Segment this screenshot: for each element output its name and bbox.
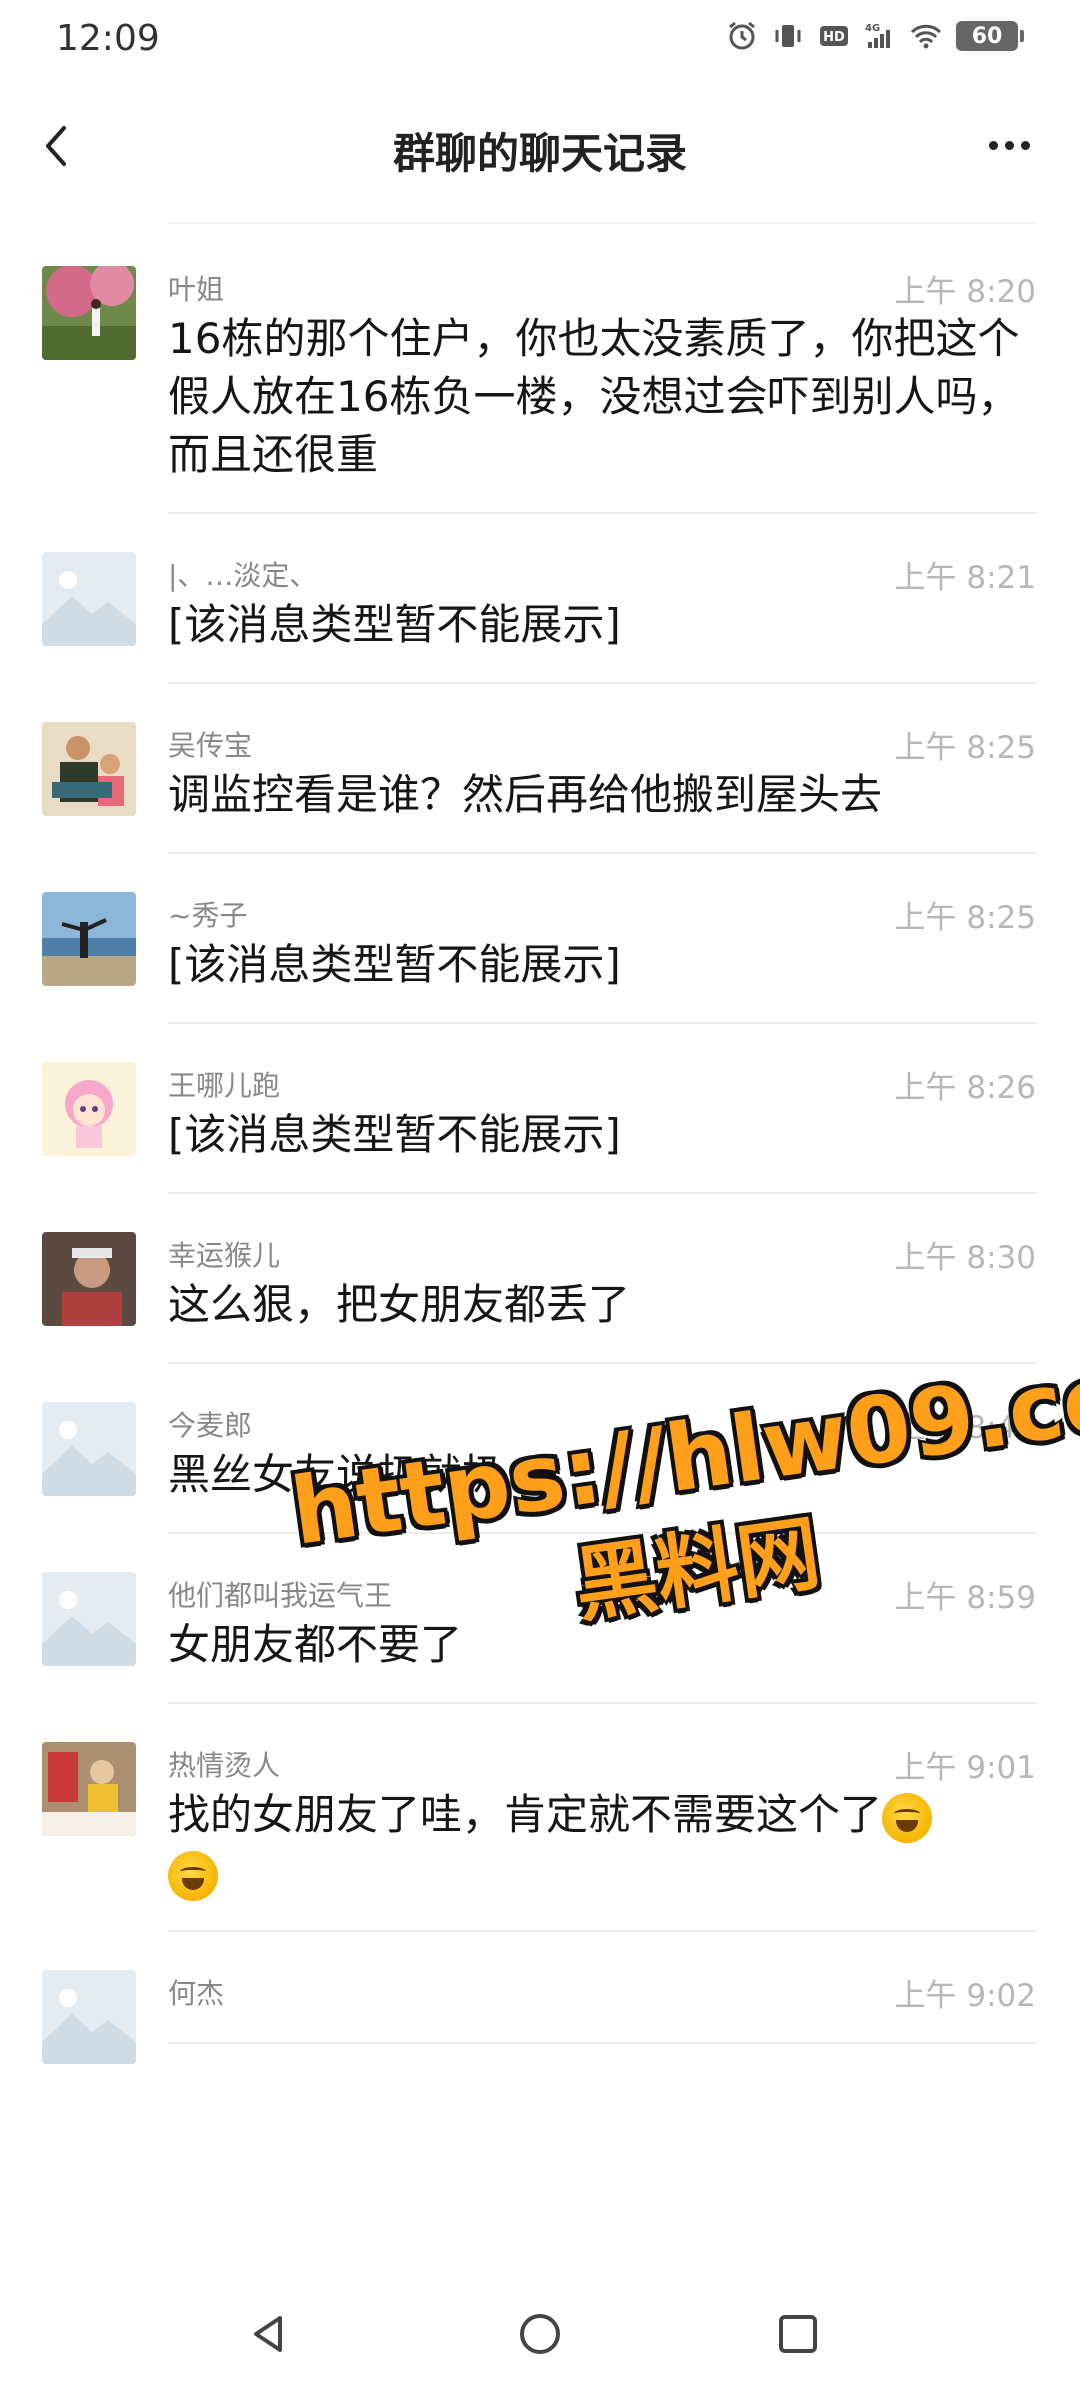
nav-home-button[interactable] xyxy=(510,2304,570,2364)
list-item[interactable]: 何杰 上午 9:02 xyxy=(42,1932,1036,2064)
image-placeholder-icon xyxy=(42,1402,136,1496)
sender-name: 叶姐 xyxy=(168,273,225,306)
sender-name: ~秀子 xyxy=(168,899,248,932)
message-text: 找的女朋友了哇，肯定就不需要这个了 xyxy=(168,1764,1036,1930)
circle-home-icon xyxy=(520,2314,560,2354)
list-item[interactable]: 今麦郎 上午 8:47 黑丝女友说扔就扔 xyxy=(42,1364,1036,1534)
avatar[interactable] xyxy=(42,1742,136,1836)
divider xyxy=(168,222,1036,224)
list-item[interactable]: 吴传宝 上午 8:25 调监控看是谁？然后再给他搬到屋头去 xyxy=(42,684,1036,854)
list-item[interactable]: 热情烫人 上午 9:01 找的女朋友了哇，肯定就不需要这个了 xyxy=(42,1704,1036,1932)
nav-back-button[interactable] xyxy=(240,2304,300,2364)
sender-name: 热情烫人 xyxy=(168,1749,281,1782)
message-text-content: 找的女朋友了哇，肯定就不需要这个了 xyxy=(168,1790,883,1839)
dot-icon xyxy=(1020,140,1030,150)
hd-icon: HD xyxy=(818,20,850,52)
avatar[interactable] xyxy=(42,1062,136,1156)
more-options-button[interactable] xyxy=(974,120,1044,170)
message-time: 上午 8:47 xyxy=(894,1410,1036,1446)
avatar[interactable] xyxy=(42,1970,136,2064)
alarm-icon xyxy=(726,20,758,52)
image-placeholder-icon xyxy=(42,1572,136,1666)
avatar[interactable] xyxy=(42,552,136,646)
sender-name: 幸运猴儿 xyxy=(168,1239,281,1272)
square-recents-icon xyxy=(779,2315,817,2353)
list-item[interactable]: ~秀子 上午 8:25 [该消息类型暂不能展示] xyxy=(42,854,1036,1024)
message-time: 上午 8:30 xyxy=(894,1240,1036,1276)
list-item[interactable]: 他们都叫我运气王 上午 8:59 女朋友都不要了 xyxy=(42,1534,1036,1704)
message-time: 上午 8:25 xyxy=(894,730,1036,766)
avatar[interactable] xyxy=(42,722,136,816)
chat-record-list[interactable]: 叶姐 上午 8:20 16栋的那个住户，你也太没素质了，你把这个假人放在16栋负… xyxy=(0,228,1080,2260)
message-time: 上午 8:25 xyxy=(894,900,1036,936)
list-item[interactable]: 叶姐 上午 8:20 16栋的那个住户，你也太没素质了，你把这个假人放在16栋负… xyxy=(42,228,1036,514)
sender-name: 吴传宝 xyxy=(168,729,253,762)
vibrate-icon xyxy=(772,20,804,52)
list-item[interactable]: 王哪儿跑 上午 8:26 [该消息类型暂不能展示] xyxy=(42,1024,1036,1194)
sender-name: 今麦郎 xyxy=(168,1409,253,1442)
nav-recents-button[interactable] xyxy=(768,2304,828,2364)
message-time: 上午 8:59 xyxy=(894,1580,1036,1616)
status-icons: HD 4G 60 xyxy=(726,20,1024,52)
sender-name: 他们都叫我运气王 xyxy=(168,1579,393,1612)
avatar[interactable] xyxy=(42,1572,136,1666)
system-navigation-bar xyxy=(0,2260,1080,2408)
wifi-icon xyxy=(910,20,942,52)
message-time: 上午 8:21 xyxy=(894,560,1036,596)
triangle-back-icon xyxy=(254,2316,282,2352)
message-time: 上午 9:02 xyxy=(894,1978,1036,2014)
svg-text:4G: 4G xyxy=(865,23,880,34)
message-time: 上午 8:20 xyxy=(894,274,1036,310)
avatar[interactable] xyxy=(42,266,136,360)
avatar[interactable] xyxy=(42,1402,136,1496)
sender-name: 何杰 xyxy=(168,1977,225,2010)
dot-icon xyxy=(1004,140,1014,150)
page-title: 群聊的聊天记录 xyxy=(392,129,687,178)
laughing-crying-emoji-icon xyxy=(168,1850,218,1901)
signal-4g-icon: 4G xyxy=(864,20,896,52)
sender-name: |、…淡定、 xyxy=(168,559,318,592)
status-time: 12:09 xyxy=(56,18,160,59)
sender-name: 王哪儿跑 xyxy=(168,1069,281,1102)
message-text: 16栋的那个住户，你也太没素质了，你把这个假人放在16栋负一楼，没想过会吓到别人… xyxy=(168,314,1020,479)
list-item[interactable]: |、…淡定、 上午 8:21 [该消息类型暂不能展示] xyxy=(42,514,1036,684)
battery-indicator: 60 xyxy=(956,21,1024,51)
list-item[interactable]: 幸运猴儿 上午 8:30 这么狠，把女朋友都丢了 xyxy=(42,1194,1036,1364)
svg-text:HD: HD xyxy=(823,30,845,45)
laughing-crying-emoji-icon xyxy=(882,1792,933,1843)
message-time: 上午 9:01 xyxy=(894,1750,1036,1786)
image-placeholder-icon xyxy=(42,552,136,646)
message-time: 上午 8:26 xyxy=(894,1070,1036,1106)
navigation-bar: 群聊的聊天记录 xyxy=(0,90,1080,210)
avatar[interactable] xyxy=(42,1232,136,1326)
image-placeholder-icon xyxy=(42,1970,136,2064)
dot-icon xyxy=(988,140,998,150)
avatar[interactable] xyxy=(42,892,136,986)
status-bar: 12:09 HD 4G 60 xyxy=(0,0,1080,80)
